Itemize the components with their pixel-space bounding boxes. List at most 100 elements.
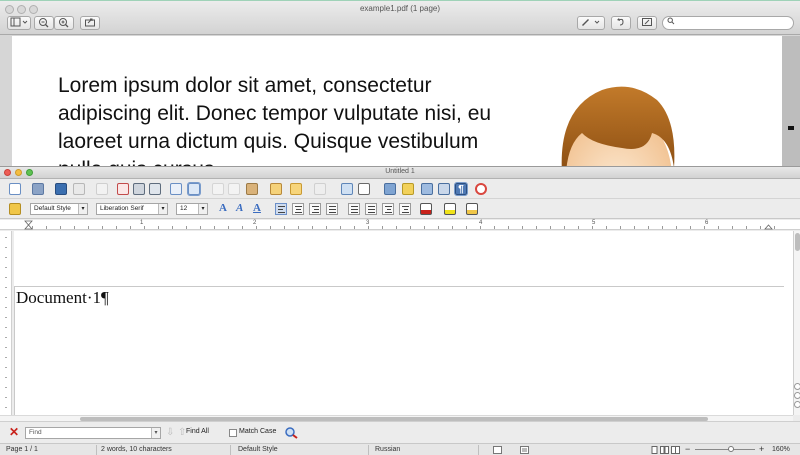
- text-boundary: [14, 286, 784, 415]
- font-size-dropdown[interactable]: 12 ▾: [176, 203, 208, 215]
- justify-button[interactable]: [326, 203, 338, 215]
- background-color-icon[interactable]: [466, 203, 478, 215]
- ruler-tick: [5, 257, 7, 258]
- ruler-tick: [662, 226, 663, 229]
- clone-formatting-icon[interactable]: [270, 183, 282, 195]
- bold-icon[interactable]: A: [219, 202, 227, 214]
- preview-scroll-region[interactable]: [782, 36, 800, 169]
- zoom-in-button[interactable]: [54, 16, 74, 30]
- share-button[interactable]: [80, 16, 100, 30]
- annotate-button[interactable]: [577, 16, 605, 30]
- decrease-indent-button[interactable]: [382, 203, 394, 215]
- match-case-checkbox[interactable]: [229, 429, 237, 437]
- word-count[interactable]: 2 words, 10 characters: [101, 446, 172, 453]
- document-text[interactable]: Document·1¶: [16, 288, 109, 308]
- bullets-button[interactable]: [365, 203, 377, 215]
- undo-icon[interactable]: [290, 183, 302, 195]
- vertical-scroll-thumb[interactable]: [795, 233, 800, 251]
- font-color-icon[interactable]: [420, 203, 432, 215]
- zoom-out-icon[interactable]: −: [685, 444, 690, 454]
- zoom-slider[interactable]: [695, 449, 755, 450]
- book-view-icon[interactable]: [671, 446, 680, 454]
- ruler-tick: [578, 226, 579, 229]
- hyperlink-icon[interactable]: [341, 183, 353, 195]
- autospellcheck-icon[interactable]: [187, 182, 201, 196]
- print-icon[interactable]: [133, 183, 145, 195]
- find-all-button[interactable]: Find All: [186, 428, 209, 435]
- image-icon[interactable]: [384, 183, 396, 195]
- paste-icon[interactable]: [246, 183, 258, 195]
- cut-icon[interactable]: [212, 183, 224, 195]
- zoom-level[interactable]: 160%: [772, 446, 790, 453]
- highlighting-icon[interactable]: [444, 203, 456, 215]
- markup-toolbar-button[interactable]: [637, 16, 657, 30]
- new-document-icon[interactable]: [9, 183, 21, 195]
- ruler-tick: [452, 226, 453, 229]
- increase-indent-button[interactable]: [399, 203, 411, 215]
- writer-titlebar: Untitled 1: [0, 167, 800, 179]
- preview-search-field[interactable]: [662, 16, 794, 30]
- ruler-tick: [60, 226, 61, 229]
- preview-window-title: example1.pdf (1 page): [359, 4, 441, 13]
- sidebar-toggle-button[interactable]: [7, 16, 31, 30]
- ruler-tick: [5, 307, 7, 308]
- chevron-down-icon: ▾: [198, 204, 207, 214]
- underline-icon[interactable]: A: [253, 202, 261, 214]
- open-folder-icon[interactable]: [32, 183, 44, 195]
- ruler-tick: [480, 226, 481, 229]
- multi-page-view-icon[interactable]: [660, 446, 669, 454]
- print-preview-icon[interactable]: [149, 183, 161, 195]
- mail-icon[interactable]: [73, 183, 85, 195]
- save-icon[interactable]: [55, 183, 67, 195]
- rotate-button[interactable]: [611, 16, 631, 30]
- show-draw-functions-icon[interactable]: [402, 183, 414, 195]
- help-icon[interactable]: [475, 183, 487, 195]
- document-language[interactable]: Russian: [375, 446, 400, 453]
- styles-formatting-icon[interactable]: [9, 203, 21, 215]
- right-indent-marker-icon[interactable]: [764, 220, 774, 230]
- redo-icon[interactable]: [314, 183, 326, 195]
- find-replace-icon[interactable]: [421, 183, 433, 195]
- zoom-in-icon[interactable]: +: [759, 444, 764, 454]
- insert-mode-icon: [493, 446, 502, 454]
- font-name-dropdown[interactable]: Liberation Serif ▾: [96, 203, 168, 215]
- ruler-tick: [438, 226, 439, 229]
- horizontal-ruler[interactable]: 1 2 3 4 5 6: [0, 220, 800, 230]
- find-input[interactable]: Find ▾: [25, 427, 161, 439]
- ruler-tick: [326, 226, 327, 229]
- spellcheck-icon[interactable]: [170, 183, 182, 195]
- rotate-icon: [617, 18, 624, 26]
- copy-icon[interactable]: [228, 183, 240, 195]
- formatting-marks-icon[interactable]: ¶: [454, 182, 468, 196]
- align-left-button[interactable]: [275, 203, 287, 215]
- align-center-button[interactable]: [292, 203, 304, 215]
- italic-icon[interactable]: A: [236, 202, 243, 214]
- page-count[interactable]: Page 1 / 1: [6, 446, 38, 453]
- ruler-tick: [5, 347, 7, 348]
- ruler-tick: [634, 226, 635, 229]
- ruler-tick: [382, 226, 383, 229]
- find-previous-icon[interactable]: ⇩: [166, 427, 174, 438]
- ruler-tick: [32, 226, 33, 229]
- search-options-icon[interactable]: [284, 426, 298, 439]
- next-page-icon[interactable]: [794, 401, 800, 408]
- zoom-out-button[interactable]: [34, 16, 54, 30]
- paragraph-style-dropdown[interactable]: Default Style ▾: [30, 203, 88, 215]
- export-pdf-icon[interactable]: [117, 183, 129, 195]
- single-page-view-icon[interactable]: [650, 446, 659, 454]
- align-right-button[interactable]: [309, 203, 321, 215]
- vertical-ruler[interactable]: [0, 231, 12, 415]
- edit-file-icon[interactable]: [96, 183, 108, 195]
- ruler-tick: [214, 226, 215, 229]
- document-area[interactable]: Document·1¶: [0, 231, 793, 415]
- previous-page-icon[interactable]: [794, 383, 800, 390]
- navigator-icon[interactable]: [438, 183, 450, 195]
- zoom-slider-thumb[interactable]: [728, 446, 734, 452]
- page-style[interactable]: Default Style: [238, 446, 278, 453]
- navigation-icon[interactable]: [794, 392, 800, 399]
- table-icon[interactable]: [358, 183, 370, 195]
- ruler-tick: [718, 226, 719, 229]
- vertical-scrollbar[interactable]: [793, 231, 800, 415]
- close-icon[interactable]: ✕: [9, 426, 19, 438]
- numbering-button[interactable]: [348, 203, 360, 215]
